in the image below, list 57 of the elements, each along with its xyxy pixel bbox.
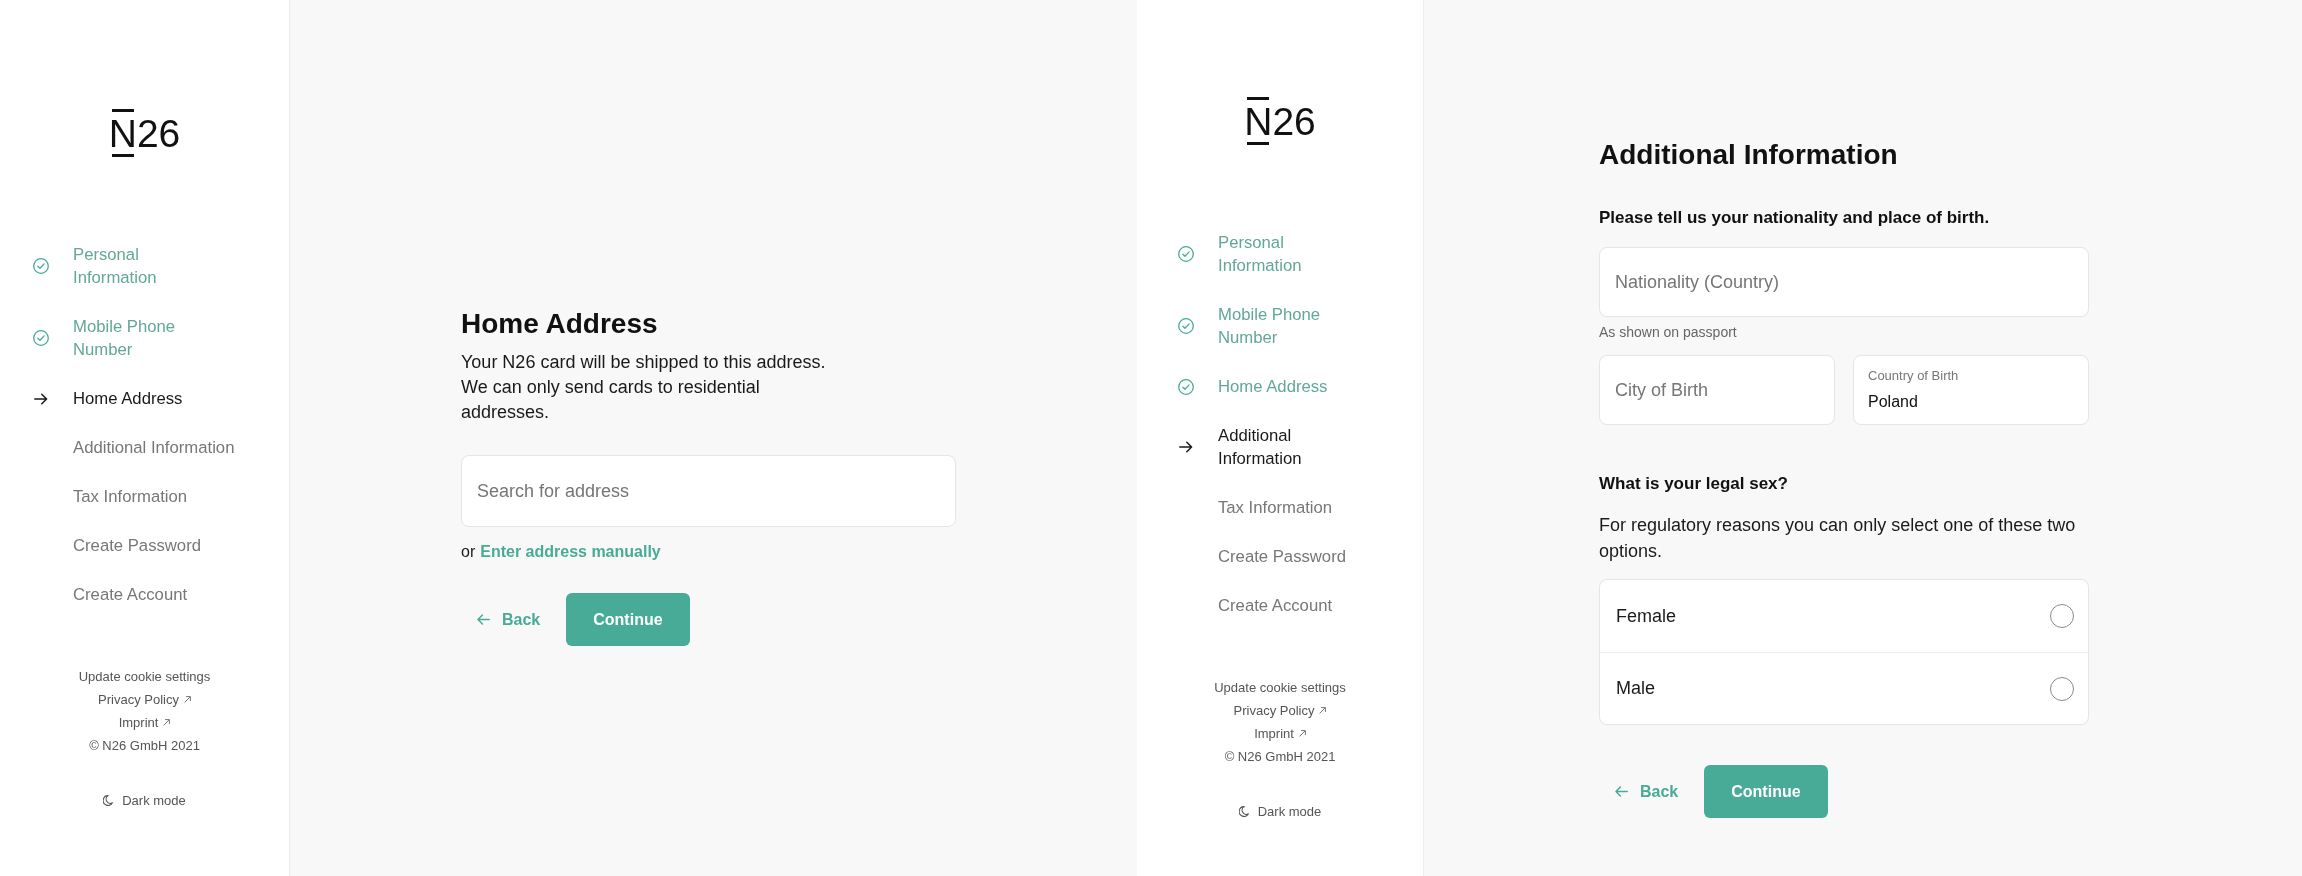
arrow-right-icon (1179, 441, 1193, 453)
step-label: Personal Information (1218, 232, 1303, 277)
logo: N26 (1244, 97, 1316, 145)
check-circle-icon (1178, 318, 1194, 334)
arrow-up-right-icon (1298, 730, 1306, 737)
nationality-field[interactable]: Nationality (Country) (1599, 247, 2089, 317)
arrow-up-right-icon (1319, 707, 1327, 714)
moon-icon (103, 795, 114, 806)
footer-link[interactable]: Privacy Policy (98, 688, 191, 711)
check-circle-icon (1178, 246, 1194, 262)
step-label: Tax Information (73, 486, 188, 508)
radio-option[interactable]: Male (1600, 652, 2088, 724)
arrow-left-icon (477, 614, 490, 625)
step-label: Home Address (1218, 376, 1328, 398)
step-label: Home Address (73, 388, 183, 410)
footer-link[interactable]: Update cookie settings (78, 665, 211, 688)
section-heading: What is your legal sex? (1599, 473, 1788, 495)
copyright-text: © N26 GmbH 2021 (89, 737, 200, 755)
radio-icon[interactable] (2050, 676, 2074, 701)
radio-option[interactable]: Female (1600, 580, 2088, 652)
moon-icon (1238, 806, 1249, 817)
arrow-up-right-icon (163, 719, 171, 726)
radio-icon[interactable] (2050, 604, 2074, 628)
step-label: Create Account (73, 584, 188, 606)
address-search-field[interactable]: Search for address (461, 455, 956, 527)
step-label: Mobile Phone Number (1218, 304, 1322, 349)
footer-link[interactable]: Imprint (1254, 722, 1306, 745)
step-label: Personal Information (73, 244, 158, 289)
step-label: Tax Information (1218, 497, 1333, 519)
section-heading: Please tell us your nationality and place of birth. (1599, 207, 1990, 229)
field-hint: As shown on passport (1599, 323, 1737, 341)
country-field[interactable]: Country of Birth Poland (1853, 355, 2089, 425)
step-label: Create Account (1218, 595, 1333, 617)
footer-link[interactable]: Update cookie settings (1214, 676, 1346, 699)
dark-mode-button[interactable]: Dark mode (1234, 800, 1326, 823)
footer-link[interactable]: Imprint (118, 711, 171, 734)
city-field[interactable]: City of Birth (1599, 355, 1835, 425)
arrow-left-icon (1615, 786, 1628, 797)
step-label: Create Password (1218, 546, 1346, 568)
step-label: Additional Information (1218, 425, 1303, 470)
or-text: or (461, 542, 476, 562)
page-title: Additional Information (1599, 138, 1898, 172)
logo: N26 (108, 109, 181, 157)
copyright-text: © N26 GmbH 2021 (1224, 748, 1336, 766)
step-label: Create Password (73, 535, 201, 557)
arrow-up-right-icon (183, 696, 191, 703)
footer-link[interactable]: Privacy Policy (1233, 699, 1327, 722)
step-label: Additional Information (73, 437, 235, 459)
description-text: For regulatory reasons you can only select one of these two options. (1599, 514, 2077, 563)
check-circle-icon (33, 258, 49, 274)
description-text: Your N26 card will be shipped to this address. We can only send cards to residential addresses. (461, 351, 827, 424)
page-title: Home Address (461, 307, 658, 341)
check-circle-icon (1178, 378, 1194, 395)
check-circle-icon (33, 330, 49, 346)
step-label: Mobile Phone Number (73, 316, 177, 361)
dark-mode-button[interactable]: Dark mode (99, 789, 190, 812)
arrow-right-icon (34, 392, 48, 405)
